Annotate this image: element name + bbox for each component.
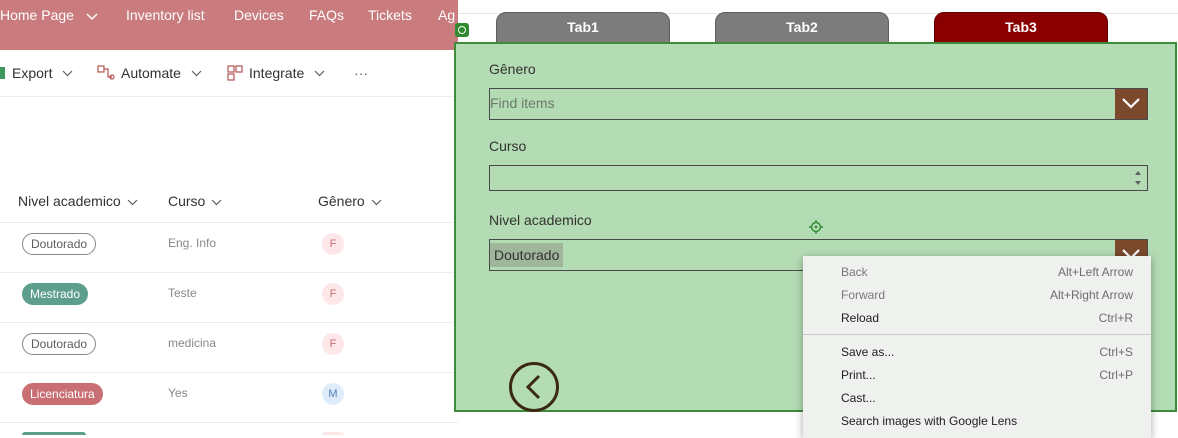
genero-dropdown-button[interactable] bbox=[1115, 89, 1147, 119]
nav-ag[interactable]: Ag bbox=[438, 7, 455, 23]
menu-separator bbox=[803, 334, 1151, 335]
column-header-nivel[interactable]: Nivel academico bbox=[18, 193, 138, 209]
menu-item-label: Back bbox=[841, 265, 868, 279]
chevron-down-icon bbox=[62, 70, 73, 77]
tab-1[interactable]: Tab1 bbox=[496, 12, 670, 43]
nivel-label: Nivel academico bbox=[489, 212, 592, 228]
curso-label: Curso bbox=[489, 138, 527, 154]
tab-3[interactable]: Tab3 bbox=[934, 12, 1108, 43]
curso-cell: medicina bbox=[168, 336, 217, 350]
menu-item-label: Save as... bbox=[841, 345, 895, 359]
nav-tickets[interactable]: Tickets bbox=[368, 7, 412, 23]
integrate-label: Integrate bbox=[249, 65, 305, 81]
nivel-selected-value: Doutorado bbox=[490, 243, 564, 267]
context-menu: Back Alt+Left Arrow Forward Alt+Right Ar… bbox=[803, 256, 1151, 438]
move-handle-icon[interactable] bbox=[809, 220, 823, 239]
selection-handle-icon[interactable] bbox=[455, 23, 469, 37]
tab-2[interactable]: Tab2 bbox=[715, 12, 889, 43]
chevron-down-icon bbox=[371, 193, 382, 209]
chevron-down-icon bbox=[191, 70, 202, 77]
genero-avatar: F bbox=[322, 233, 344, 255]
export-label: Export bbox=[12, 65, 53, 81]
curso-input[interactable] bbox=[489, 165, 1148, 191]
row-divider bbox=[0, 272, 458, 273]
nav-faqs[interactable]: FAQs bbox=[309, 7, 344, 23]
curso-cell: Yes bbox=[168, 386, 188, 400]
column-header-label: Gênero bbox=[318, 193, 365, 209]
chevron-down-icon bbox=[211, 193, 222, 209]
curso-spinner[interactable] bbox=[1129, 166, 1147, 190]
chevron-down-icon bbox=[314, 70, 325, 77]
genero-placeholder: Find items bbox=[490, 95, 555, 111]
menu-item-label: Reload bbox=[841, 311, 880, 325]
nav-home-page-label: Home Page bbox=[0, 7, 74, 23]
row-divider bbox=[0, 222, 458, 223]
more-options-button[interactable]: ··· bbox=[354, 65, 368, 81]
menu-item-label: Print... bbox=[841, 368, 876, 382]
column-header-curso[interactable]: Curso bbox=[168, 193, 222, 209]
menu-item-shortcut: Alt+Left Arrow bbox=[1057, 265, 1133, 279]
command-bar: Export Automate Integrate ··· bbox=[0, 50, 458, 97]
nivel-pill: Doutorado bbox=[22, 333, 97, 355]
automate-button[interactable]: Automate bbox=[97, 65, 202, 81]
integrate-button[interactable]: Integrate bbox=[227, 65, 325, 81]
nivel-pill: Licenciatura bbox=[22, 383, 103, 405]
menu-item-shortcut: Ctrl+P bbox=[1099, 368, 1133, 382]
column-header-genero[interactable]: Gênero bbox=[318, 193, 382, 209]
top-navigation: Home Page Inventory list Devices FAQs Ti… bbox=[0, 0, 458, 50]
curso-cell: Teste bbox=[168, 286, 197, 300]
menu-item-label: Search images with Google Lens bbox=[841, 414, 1018, 428]
chevron-down-icon bbox=[86, 8, 98, 24]
excel-icon bbox=[0, 66, 6, 80]
row-divider bbox=[0, 372, 458, 373]
menu-item-shortcut: Ctrl+S bbox=[1099, 345, 1133, 359]
menu-item-label: Cast... bbox=[841, 391, 876, 405]
genero-avatar: F bbox=[322, 333, 344, 355]
back-button[interactable] bbox=[509, 362, 559, 412]
nivel-pill: Mestrado bbox=[22, 283, 89, 305]
row-divider bbox=[0, 422, 458, 423]
genero-avatar: M bbox=[322, 383, 344, 405]
column-header-label: Nivel academico bbox=[18, 193, 121, 209]
genero-label: Gênero bbox=[489, 61, 536, 77]
nav-devices[interactable]: Devices bbox=[234, 7, 284, 23]
menu-item-shortcut: Ctrl+R bbox=[1098, 311, 1133, 325]
menu-item-label: Forward bbox=[841, 288, 886, 302]
automate-label: Automate bbox=[121, 65, 181, 81]
curso-cell: Eng. Info bbox=[168, 236, 217, 250]
integrate-icon bbox=[227, 65, 243, 81]
menu-item-shortcut: Alt+Right Arrow bbox=[1049, 288, 1133, 302]
export-button[interactable]: Export bbox=[0, 65, 73, 81]
chevron-down-icon bbox=[127, 193, 138, 209]
nav-home-page[interactable]: Home Page bbox=[0, 7, 98, 24]
nav-inventory-list[interactable]: Inventory list bbox=[126, 7, 205, 23]
row-divider bbox=[0, 322, 458, 323]
column-header-label: Curso bbox=[168, 193, 206, 209]
genero-avatar: F bbox=[322, 283, 344, 305]
genero-combobox[interactable]: Find items bbox=[489, 88, 1148, 120]
automate-icon bbox=[97, 65, 115, 81]
nivel-pill: Doutorado bbox=[22, 233, 97, 255]
